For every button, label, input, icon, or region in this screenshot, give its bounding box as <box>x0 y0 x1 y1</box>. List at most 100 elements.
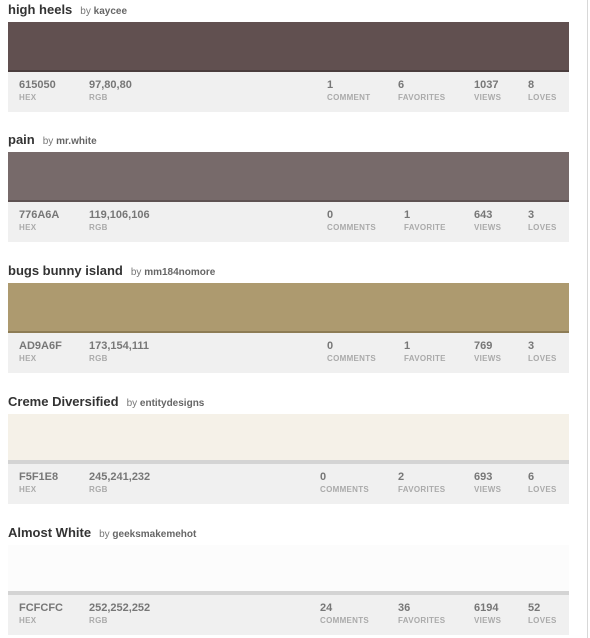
loves-count: 3 <box>528 209 535 221</box>
palette-card: Creme Diversified by entitydesigns F5F1E… <box>8 394 569 504</box>
comments-count: 1 <box>327 79 334 91</box>
favorites-label: FAVORITES <box>398 616 446 625</box>
comments-stat[interactable]: 0 COMMENTS <box>327 209 376 234</box>
by-label: by <box>42 136 54 147</box>
loves-count: 6 <box>528 471 535 483</box>
rgb-stat: 173,154,111 RGB <box>89 340 149 365</box>
favorites-stat[interactable]: 36 FAVORITES <box>398 602 445 627</box>
rgb-label: RGB <box>89 616 108 625</box>
comments-label: COMMENTS <box>327 354 377 363</box>
comments-label: COMMENTS <box>327 223 377 232</box>
comments-label: COMMENTS <box>320 616 370 625</box>
loves-label: LOVES <box>528 616 557 625</box>
favorites-count: 2 <box>398 471 405 483</box>
author-link[interactable]: geeksmakemehot <box>112 529 196 540</box>
hex-label: HEX <box>19 485 37 494</box>
favorites-label: FAVORITES <box>398 93 446 102</box>
right-divider <box>587 0 588 638</box>
comments-stat[interactable]: 0 COMMENTS <box>327 340 376 365</box>
favorites-count: 1 <box>404 340 411 352</box>
palette-card: pain by mr.white 776A6A HEX 119,106,106 RG… <box>8 132 569 242</box>
palette-title[interactable]: Almost White <box>8 525 91 540</box>
palette-title[interactable]: bugs bunny island <box>8 263 123 278</box>
hex-value: 776A6A <box>19 209 60 221</box>
palette-title[interactable]: high heels <box>8 2 72 17</box>
rgb-label: RGB <box>89 485 108 494</box>
stats-bar: 776A6A HEX 119,106,106 RGB 0 COMMENTS 1 FAVO… <box>8 202 569 242</box>
rgb-value: 252,252,252 <box>89 602 151 614</box>
palette-title[interactable]: pain <box>8 132 35 147</box>
stats-bar: AD9A6F HEX 173,154,111 RGB 0 COMMENTS 1 FAVO… <box>8 333 569 373</box>
hex-value: FCFCFC <box>19 602 63 614</box>
favorites-stat[interactable]: 2 FAVORITES <box>398 471 445 496</box>
loves-count: 3 <box>528 340 535 352</box>
favorites-stat[interactable]: 6 FAVORITES <box>398 79 445 104</box>
rgb-value: 173,154,111 <box>89 340 149 352</box>
rgb-label: RGB <box>89 93 108 102</box>
views-count: 643 <box>474 209 493 221</box>
by-label: by <box>99 529 110 540</box>
author-link[interactable]: mm184nomore <box>144 267 215 278</box>
by-label: by <box>126 398 138 409</box>
color-swatch[interactable] <box>8 22 569 72</box>
comments-stat[interactable]: 0 COMMENTS <box>320 471 369 496</box>
favorites-stat[interactable]: 1 FAVORITE <box>404 340 446 365</box>
comments-label: COMMENT <box>327 93 371 102</box>
loves-label: LOVES <box>528 354 557 363</box>
loves-stat[interactable]: 8 LOVES <box>528 79 557 104</box>
views-label: VIEWS <box>474 93 502 102</box>
by-label: by <box>130 267 142 278</box>
loves-stat[interactable]: 6 LOVES <box>528 471 557 496</box>
card-header: bugs bunny island by mm184nomore <box>8 263 569 281</box>
hex-stat: AD9A6F HEX <box>19 340 62 365</box>
loves-stat[interactable]: 3 LOVES <box>528 209 557 234</box>
loves-stat[interactable]: 3 LOVES <box>528 340 557 365</box>
loves-stat[interactable]: 52 LOVES <box>528 602 557 627</box>
rgb-value: 97,80,80 <box>89 79 132 91</box>
author-link[interactable]: kaycee <box>94 6 127 17</box>
author-credit: by mr.white <box>43 136 97 147</box>
card-header: high heels by kaycee <box>8 2 569 20</box>
color-swatch[interactable] <box>8 414 569 464</box>
hex-label: HEX <box>19 93 37 102</box>
author-credit: by mm184nomore <box>131 267 215 278</box>
hex-value: AD9A6F <box>19 340 62 352</box>
comments-stat[interactable]: 24 COMMENTS <box>320 602 369 627</box>
views-count: 693 <box>474 471 493 483</box>
rgb-label: RGB <box>89 223 108 232</box>
color-swatch[interactable] <box>8 152 569 202</box>
favorites-count: 36 <box>398 602 411 614</box>
comments-count: 0 <box>327 209 334 221</box>
hex-value: F5F1E8 <box>19 471 59 483</box>
comments-stat[interactable]: 1 COMMENT <box>327 79 370 104</box>
rgb-stat: 245,241,232 RGB <box>89 471 150 496</box>
stats-bar: 615050 HEX 97,80,80 RGB 1 COMMENT 6 FAVORITE… <box>8 72 569 112</box>
views-label: VIEWS <box>474 354 502 363</box>
favorites-stat[interactable]: 1 FAVORITE <box>404 209 446 234</box>
author-link[interactable]: entitydesigns <box>140 398 204 409</box>
rgb-value: 245,241,232 <box>89 471 151 483</box>
palette-title[interactable]: Creme Diversified <box>8 394 119 409</box>
favorites-label: FAVORITES <box>398 485 446 494</box>
loves-label: LOVES <box>528 223 557 232</box>
color-swatch[interactable] <box>8 545 569 595</box>
favorites-label: FAVORITE <box>404 354 446 363</box>
color-swatch[interactable] <box>8 283 569 333</box>
favorites-count: 1 <box>404 209 411 221</box>
views-count: 1037 <box>474 79 499 91</box>
hex-stat: F5F1E8 HEX <box>19 471 58 496</box>
loves-label: LOVES <box>528 485 557 494</box>
author-link[interactable]: mr.white <box>56 136 97 147</box>
views-stat: 1037 VIEWS <box>474 79 501 104</box>
hex-label: HEX <box>19 354 37 363</box>
stats-bar: F5F1E8 HEX 245,241,232 RGB 0 COMMENTS 2 FAVO… <box>8 464 569 504</box>
favorites-count: 6 <box>398 79 405 91</box>
palette-card: bugs bunny island by mm184nomore AD9A6F H… <box>8 263 569 373</box>
views-label: VIEWS <box>474 616 502 625</box>
card-header: pain by mr.white <box>8 132 569 150</box>
card-header: Creme Diversified by entitydesigns <box>8 394 569 412</box>
views-stat: 769 VIEWS <box>474 340 501 365</box>
views-label: VIEWS <box>474 485 502 494</box>
loves-label: LOVES <box>528 93 557 102</box>
comments-count: 24 <box>320 602 333 614</box>
